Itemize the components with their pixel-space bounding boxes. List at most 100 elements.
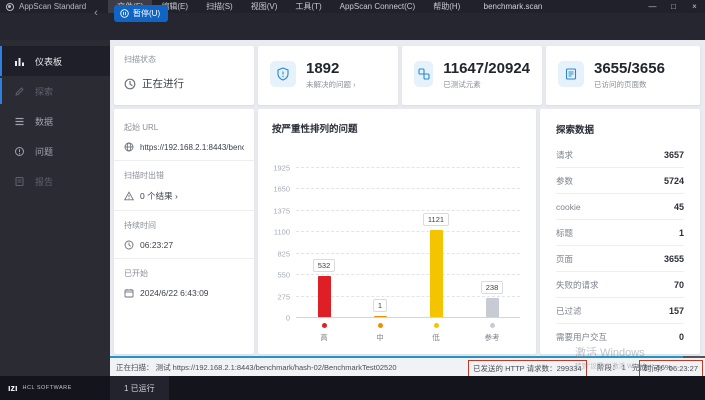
explore-row-value: 3655 [664, 254, 684, 264]
x-label-低: 低 [414, 323, 458, 343]
status-time: 时间： 06:23:27 [639, 360, 703, 377]
scan-info-text: 06:23:27 [140, 240, 173, 250]
scan-info-value: 2024/6/22 6:43:09 [124, 288, 244, 298]
scan-info-row-4: 已开始 2024/6/22 6:43:09 [114, 259, 254, 306]
explore-row-value: 5724 [664, 176, 684, 186]
sidebar-collapse-chevron[interactable]: ‹ [88, 5, 104, 21]
toolbar [0, 13, 705, 40]
warning-icon [124, 191, 134, 201]
menu-item-4[interactable]: 视图(V) [242, 0, 287, 13]
app-name: AppScan Standard [19, 2, 86, 11]
bar-低 [430, 230, 443, 317]
sidebar-item-5[interactable]: 报告 [0, 166, 110, 196]
menu-item-6[interactable]: AppScan Connect(C) [331, 0, 425, 13]
tested-elements-count: 11647/20924 [443, 61, 530, 77]
scan-status-value: 正在进行 [142, 76, 184, 91]
data-icon [14, 116, 25, 127]
visited-pages-label: 已访问的页面数 [594, 79, 665, 90]
scan-info-value[interactable]: https://192.168.2.1:8443/benchm... [124, 142, 244, 152]
explore-row-value: 70 [674, 280, 684, 290]
issues-icon [14, 146, 25, 157]
scan-info-row-1: 起始 URL https://192.168.2.1:8443/benchm... [114, 113, 254, 161]
calendar-icon [124, 288, 134, 298]
scan-info-label: 已开始 [124, 268, 244, 279]
bar-value-label: 1 [373, 299, 387, 312]
tested-elements-label: 已测试元素 [443, 79, 530, 90]
bar-参考 [486, 298, 499, 317]
bar-column-低[interactable]: 1121 [414, 213, 458, 317]
status-phase: 阶段： 1 [597, 363, 626, 372]
pages-icon [558, 61, 584, 87]
in-progress-clock-icon [124, 78, 136, 90]
dashboard-icon [14, 56, 25, 67]
y-tick-label: 825 [277, 249, 290, 258]
sidebar-item-4[interactable]: 问题 [0, 136, 110, 166]
explore-row-value: 157 [669, 306, 684, 316]
sidebar-item-2[interactable]: 探索 [0, 76, 110, 106]
bar-column-中[interactable]: 1 [358, 299, 402, 317]
explore-row-label: 标题 [556, 227, 573, 239]
window-controls: — □ × [642, 0, 705, 13]
scan-status-label: 扫描状态 [124, 54, 244, 65]
edge-accent-bar [0, 78, 2, 104]
maximize-button[interactable]: □ [663, 0, 684, 13]
chart-x-axis-labels: 高中低参考 [296, 323, 520, 343]
scan-info-label: 扫描时出错 [124, 170, 244, 181]
explore-row-8: 需要用户交互0 [556, 324, 684, 350]
x-label-高: 高 [302, 323, 346, 343]
scan-info-label: 持续时间 [124, 220, 244, 231]
bar-高 [318, 276, 331, 317]
scan-info-value: 06:23:27 [124, 240, 244, 250]
sidebar-item-label: 报告 [35, 175, 53, 188]
shield-icon [270, 61, 296, 87]
y-tick-label: 275 [277, 292, 290, 301]
x-label-参考: 参考 [470, 323, 514, 343]
bar-column-参考[interactable]: 238 [470, 281, 514, 317]
report-icon [14, 176, 25, 187]
http-requests-counter: 已发送的 HTTP 请求数：299334 [468, 360, 587, 377]
gridline-0: 0 [296, 317, 520, 318]
menu-item-5[interactable]: 工具(T) [286, 0, 330, 13]
sidebar-item-label: 数据 [35, 115, 53, 128]
severity-dot [490, 323, 495, 328]
explore-row-6: 失败的请求70 [556, 272, 684, 298]
scan-info-text: 0 个结果 › [140, 190, 178, 202]
sidebar-item-label: 问题 [35, 145, 53, 158]
status-scanning-text: 正在扫描： 测试 https://192.168.2.1:8443/benchm… [116, 362, 397, 373]
sidebar-item-label: 仪表板 [35, 55, 62, 68]
bar-value-label: 1121 [423, 213, 449, 226]
scan-info-text: 2024/6/22 6:43:09 [140, 288, 209, 298]
explore-row-1: 请求3657 [556, 142, 684, 168]
menu-item-3[interactable]: 扫描(S) [197, 0, 242, 13]
bar-value-label: 238 [481, 281, 504, 294]
explore-row-label: 请求 [556, 149, 573, 161]
unresolved-issues-count: 1892 [306, 61, 356, 77]
sidebar-item-1[interactable]: 仪表板 [0, 46, 110, 76]
explore-row-label: 需要用户交互 [556, 331, 607, 343]
x-label-text: 低 [432, 332, 440, 343]
running-scan-tab[interactable]: 1 已运行 [110, 376, 169, 400]
clock-icon [124, 240, 134, 250]
y-tick-label: 1100 [274, 228, 290, 237]
x-label-text: 参考 [485, 332, 500, 343]
x-label-text: 高 [320, 332, 328, 343]
explore-row-value: 45 [674, 202, 684, 212]
explore-row-label: 参数 [556, 175, 573, 187]
bar-value-label: 532 [313, 259, 336, 272]
unresolved-issues-label[interactable]: 未解决的问题 › [306, 79, 356, 90]
issues-card[interactable]: 1892 未解决的问题 › [258, 46, 398, 105]
close-button[interactable]: × [684, 0, 705, 13]
sidebar-item-label: 探索 [35, 85, 53, 98]
elements-icon [414, 61, 433, 87]
explore-row-value: 1 [679, 228, 684, 238]
scan-info-text: https://192.168.2.1:8443/benchm... [140, 143, 244, 152]
scan-info-label: 起始 URL [124, 122, 244, 133]
pause-icon [120, 9, 129, 18]
visited-pages-card: 3655/3656 已访问的页面数 [546, 46, 700, 105]
minimize-button[interactable]: — [642, 0, 663, 13]
bar-column-高[interactable]: 532 [302, 259, 346, 317]
pause-button[interactable]: 暂停(U) [114, 5, 168, 22]
scan-info-value[interactable]: 0 个结果 › [124, 190, 244, 202]
sidebar-item-3[interactable]: 数据 [0, 106, 110, 136]
bar-chart-plot: 1925165013751100825550275053211121238 [296, 167, 520, 317]
